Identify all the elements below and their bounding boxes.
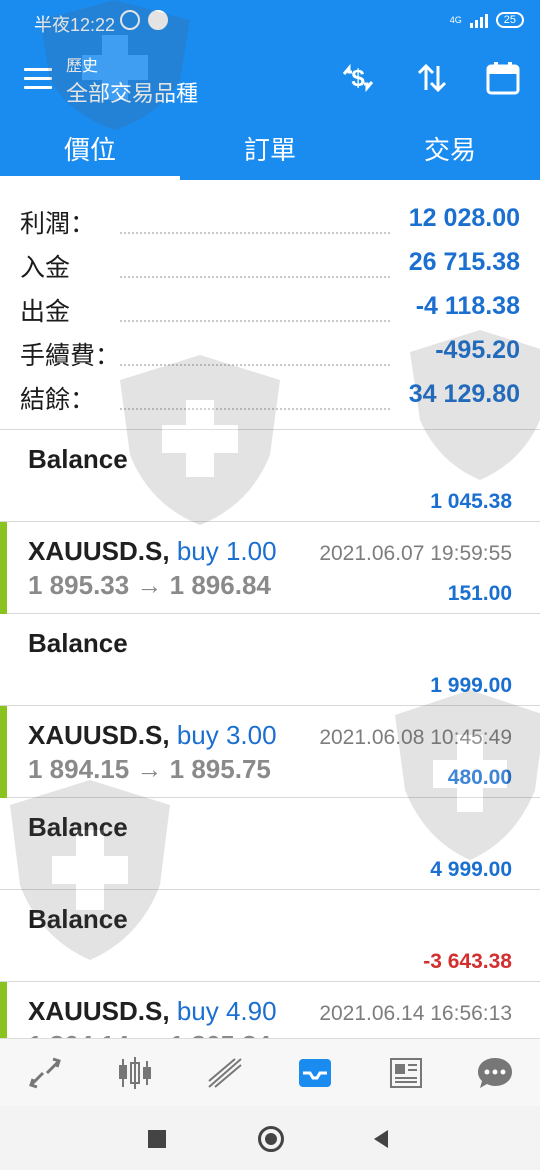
trade-marker xyxy=(0,522,7,614)
summary-label: 入金 xyxy=(20,248,71,284)
list-item[interactable]: Balance 1 045.38 xyxy=(0,430,540,522)
summary-value: -495.20 xyxy=(435,336,520,364)
status-right: 4G 25 xyxy=(450,12,524,28)
trade-symbol: XAUUSD.S, xyxy=(28,536,170,566)
row-title: Balance xyxy=(28,628,128,658)
news-icon[interactable] xyxy=(360,1039,450,1107)
row-title: XAUUSD.S, buy 4.90 xyxy=(28,996,277,1027)
row-date: 2021.06.08 10:45:49 xyxy=(319,726,512,749)
row-amount: 480.00 xyxy=(447,766,512,789)
history-inbox-icon[interactable] xyxy=(270,1039,360,1107)
row-title: Balance xyxy=(28,444,128,474)
summary-row-balance: 結餘： 34 129.80 xyxy=(20,372,520,416)
dotted-leader xyxy=(120,276,390,278)
tab-bar: 價位 訂單 交易 xyxy=(0,116,540,180)
list-item[interactable]: Balance 4 999.00 xyxy=(0,798,540,890)
row-amount: -3 643.38 xyxy=(423,950,512,973)
trade-symbol: XAUUSD.S, xyxy=(28,996,170,1026)
system-nav-bar xyxy=(0,1106,540,1170)
currency-exchange-icon[interactable]: $ xyxy=(338,60,378,96)
row-title: Balance xyxy=(28,904,128,934)
summary-value: 26 715.38 xyxy=(408,248,520,276)
home-button[interactable] xyxy=(258,1126,284,1152)
row-prices: 1 894.15 → 1 895.75 xyxy=(28,754,271,784)
row-prices: 1 895.33 → 1 896.84 xyxy=(28,570,271,600)
dotted-leader xyxy=(120,408,390,410)
recents-button[interactable] xyxy=(148,1130,166,1148)
toolbar: 歷史 全部交易品種 $ xyxy=(0,44,540,116)
row-title: Balance xyxy=(28,812,128,842)
status-icons xyxy=(120,10,168,30)
summary-label: 利潤： xyxy=(20,204,96,240)
signal-icon xyxy=(469,12,488,28)
list-item[interactable]: XAUUSD.S, buy 3.00 2021.06.08 10:45:49 1… xyxy=(0,706,540,798)
summary-panel: 利潤： 12 028.00 入金 26 715.38 出金 -4 118.38 … xyxy=(0,180,540,430)
svg-text:$: $ xyxy=(351,65,365,92)
tab-prices[interactable]: 價位 xyxy=(0,116,180,180)
summary-value: -4 118.38 xyxy=(415,292,520,320)
trade-arrows-icon[interactable] xyxy=(0,1039,90,1107)
list-item[interactable]: Balance 1 999.00 xyxy=(0,614,540,706)
row-date: 2021.06.14 16:56:13 xyxy=(319,1002,512,1025)
toolbar-title[interactable]: 全部交易品種 xyxy=(66,76,198,108)
list-item[interactable]: XAUUSD.S, buy 1.00 2021.06.07 19:59:55 1… xyxy=(0,522,540,614)
status-time: 半夜12:22 xyxy=(34,15,116,35)
trade-marker xyxy=(0,706,7,798)
row-title: XAUUSD.S, buy 3.00 xyxy=(28,720,277,751)
dotted-leader xyxy=(120,320,390,322)
summary-value: 12 028.00 xyxy=(408,204,520,232)
row-amount: 4 999.00 xyxy=(430,858,512,881)
trendline-icon[interactable] xyxy=(180,1039,270,1107)
network-label: 4G xyxy=(449,15,462,25)
alarm-icon xyxy=(120,10,140,30)
trade-side: buy 4.90 xyxy=(176,996,277,1026)
row-date: 2021.06.07 19:59:55 xyxy=(319,542,512,565)
row-prices: 1 864.14 → 1 865.84 xyxy=(28,1030,271,1038)
toolbar-subtitle: 歷史 xyxy=(66,58,99,75)
summary-value: 34 129.80 xyxy=(408,380,520,408)
row-amount: 1 999.00 xyxy=(430,674,512,697)
app-header: 半夜12:22 4G 25 歷史 全部交易品種 $ 價位 訂單 交易 xyxy=(0,0,540,180)
chat-icon[interactable] xyxy=(450,1039,540,1107)
sort-icon[interactable] xyxy=(412,60,452,96)
summary-row-deposit: 入金 26 715.38 xyxy=(20,240,520,284)
row-amount: 151.00 xyxy=(447,582,512,605)
summary-label: 出金 xyxy=(20,292,71,328)
battery-icon: 25 xyxy=(495,12,524,28)
summary-label: 手續費： xyxy=(20,336,121,372)
trade-side: buy 3.00 xyxy=(176,720,277,750)
trade-marker xyxy=(0,982,7,1038)
list-item[interactable]: Balance -3 643.38 xyxy=(0,890,540,982)
tab-orders[interactable]: 訂單 xyxy=(180,116,360,180)
history-list[interactable]: Balance 1 045.38 XAUUSD.S, buy 1.00 2021… xyxy=(0,430,540,1038)
status-bar: 半夜12:22 4G 25 xyxy=(0,0,540,44)
candlestick-chart-icon[interactable] xyxy=(90,1039,180,1107)
back-button[interactable] xyxy=(372,1128,390,1155)
tab-deals[interactable]: 交易 xyxy=(360,116,540,180)
trade-side: buy 1.00 xyxy=(176,536,277,566)
bottom-nav xyxy=(0,1038,540,1106)
summary-row-commission: 手續費： -495.20 xyxy=(20,328,520,372)
trade-symbol: XAUUSD.S, xyxy=(28,720,170,750)
summary-label: 結餘： xyxy=(20,380,96,416)
row-title: XAUUSD.S, buy 1.00 xyxy=(28,536,277,567)
row-amount: 1 045.38 xyxy=(430,490,512,513)
summary-row-withdrawal: 出金 -4 118.38 xyxy=(20,284,520,328)
menu-icon[interactable] xyxy=(24,68,52,90)
summary-row-profit: 利潤： 12 028.00 xyxy=(20,196,520,240)
dotted-leader xyxy=(120,364,390,366)
do-not-disturb-icon xyxy=(148,10,168,30)
list-item[interactable]: XAUUSD.S, buy 4.90 2021.06.14 16:56:13 1… xyxy=(0,982,540,1038)
dotted-leader xyxy=(120,232,390,234)
calendar-icon[interactable] xyxy=(484,60,524,96)
